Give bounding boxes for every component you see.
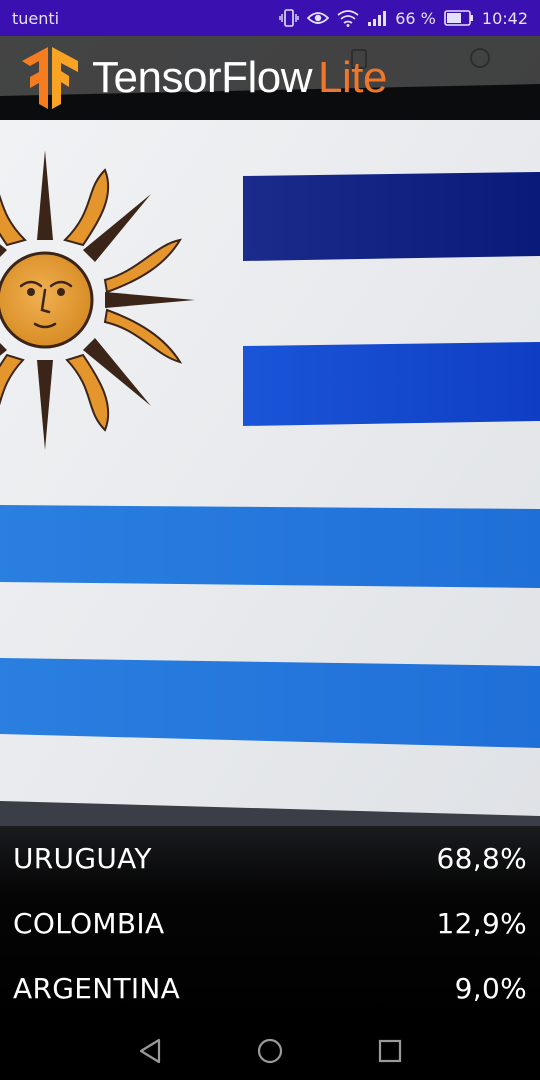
flag-image	[0, 36, 540, 826]
app-header: TensorFlow Lite	[0, 36, 540, 120]
battery-icon	[444, 10, 474, 26]
brand-main: TensorFlow	[92, 53, 312, 102]
result-label: URUGUAY	[13, 842, 152, 875]
battery-percent: 66 %	[395, 8, 436, 28]
clock: 10:42	[481, 8, 528, 28]
recents-icon[interactable]	[375, 1036, 405, 1066]
result-label: ARGENTINA	[13, 972, 181, 1005]
back-icon[interactable]	[135, 1036, 165, 1066]
app-title: TensorFlow Lite	[92, 53, 387, 103]
wifi-icon	[337, 9, 359, 27]
vibrate-icon	[279, 9, 299, 27]
result-label: COLOMBIA	[13, 907, 165, 940]
result-row: URUGUAY 68,8%	[13, 826, 527, 891]
navigation-bar	[0, 1022, 540, 1080]
result-row: ARGENTINA 9,0%	[13, 956, 527, 1021]
signal-icon	[367, 9, 387, 27]
result-row: COLOMBIA 12,9%	[13, 891, 527, 956]
result-confidence: 12,9%	[436, 907, 527, 940]
brand-accent: Lite	[317, 53, 387, 102]
status-bar: tuenti 66 % 10:42	[0, 0, 540, 36]
camera-preview	[0, 36, 540, 826]
carrier-name: tuenti	[12, 8, 60, 28]
eye-icon	[307, 10, 330, 26]
result-confidence: 68,8%	[436, 842, 527, 875]
result-confidence: 9,0%	[454, 972, 527, 1005]
home-icon[interactable]	[255, 1036, 285, 1066]
tensorflow-logo-icon	[22, 47, 78, 109]
status-icons: 66 % 10:42	[279, 9, 528, 28]
results-panel: URUGUAY 68,8% COLOMBIA 12,9% ARGENTINA 9…	[0, 826, 540, 1022]
